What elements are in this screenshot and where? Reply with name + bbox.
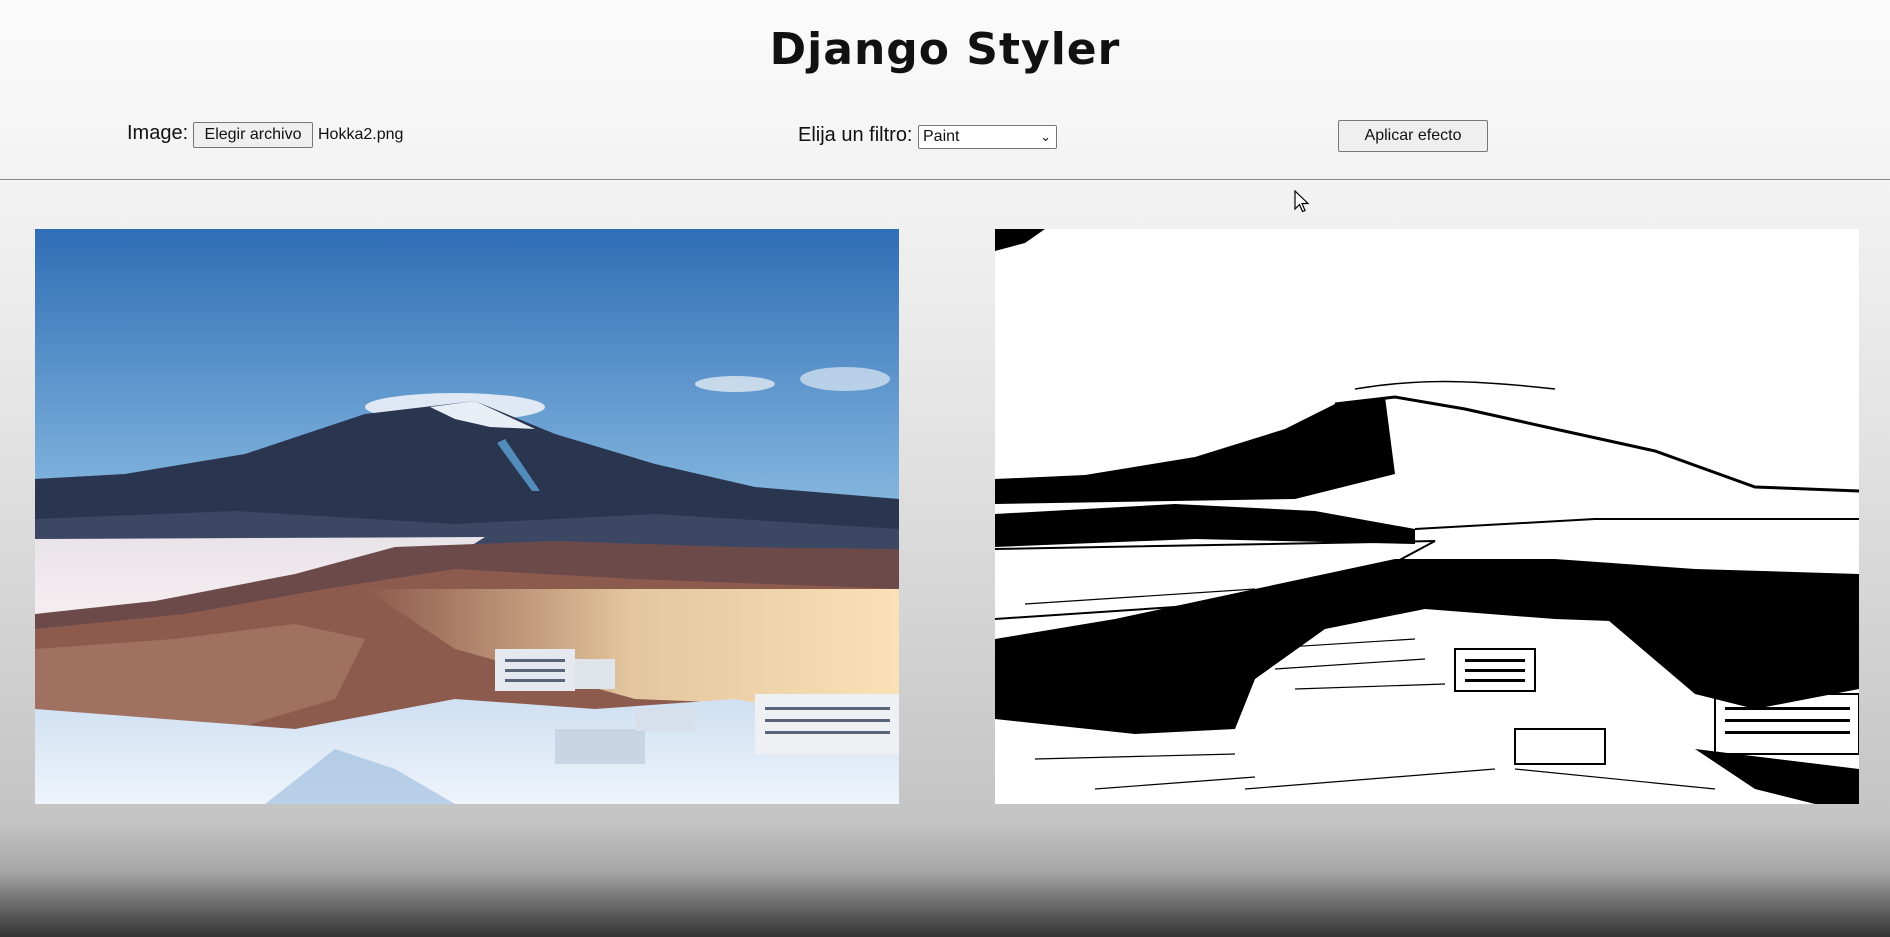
- mouse-pointer-icon: [1294, 190, 1310, 213]
- original-photo-graphic: [35, 229, 899, 804]
- filter-label: Elija un filtro:: [798, 124, 913, 146]
- apply-effect-button[interactable]: Aplicar efecto: [1338, 120, 1488, 152]
- chevron-down-icon: ⌄: [1040, 129, 1051, 144]
- original-image: [35, 229, 899, 804]
- page-title: Django Styler: [769, 24, 1121, 75]
- styled-image: [995, 229, 1859, 804]
- upload-form: Image: Elegir archivo Hokka2.png Elija u…: [0, 118, 1890, 154]
- styled-photo-graphic: [995, 229, 1859, 804]
- selected-file-name: Hokka2.png: [318, 126, 404, 143]
- filter-select-value: Paint: [923, 128, 960, 145]
- image-label: Image:: [127, 122, 189, 144]
- filter-select[interactable]: Paint ⌄: [918, 125, 1057, 149]
- choose-file-button[interactable]: Elegir archivo: [193, 122, 313, 148]
- header-divider: [0, 179, 1890, 180]
